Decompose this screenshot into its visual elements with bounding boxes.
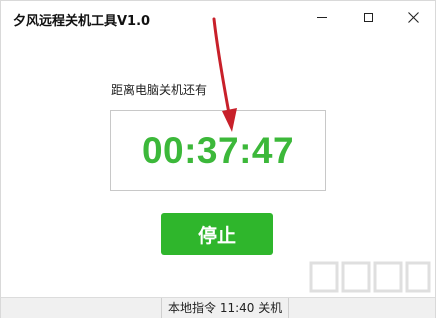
status-bar: 本地指令 11:40 关机: [1, 297, 435, 318]
minimize-icon: [317, 16, 327, 18]
maximize-button[interactable]: [345, 1, 391, 33]
countdown-time: 00:37:47: [141, 129, 295, 171]
watermark-logo: [309, 261, 431, 293]
app-window: 夕风远程关机工具V1.0 距离电脑关机还有 00:37:47 停止 本地指令 1…: [0, 0, 436, 318]
minimize-button[interactable]: [299, 1, 345, 33]
close-icon: [407, 11, 419, 23]
title-bar: 夕风远程关机工具V1.0: [1, 1, 435, 35]
countdown-prompt: 距离电脑关机还有: [111, 83, 208, 97]
close-button[interactable]: [390, 1, 436, 33]
status-text: 本地指令 11:40 关机: [161, 298, 290, 318]
stop-button[interactable]: 停止: [161, 213, 273, 255]
window-title: 夕风远程关机工具V1.0: [13, 14, 151, 29]
countdown-display: 00:37:47: [110, 110, 326, 191]
maximize-icon: [363, 12, 373, 22]
